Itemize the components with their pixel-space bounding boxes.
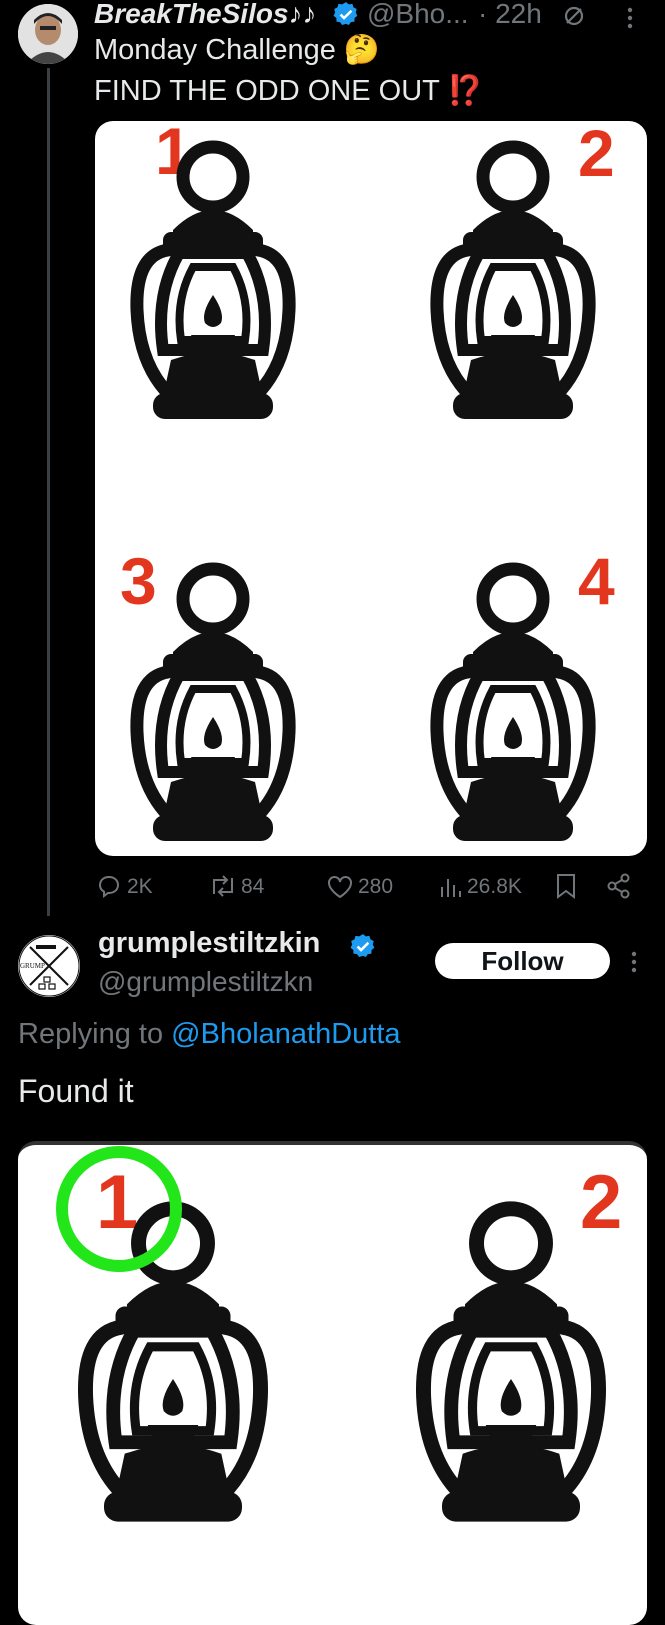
post-text-monday: Monday Challenge [94, 34, 336, 66]
avatar[interactable] [18, 4, 78, 64]
share-icon[interactable] [607, 873, 631, 899]
lantern-1 [113, 135, 313, 435]
reply-image[interactable]: 1 2 [18, 1141, 647, 1625]
reply-verified-badge-icon [350, 934, 375, 958]
post-text-line1: Monday Challenge 🤔 [94, 33, 380, 67]
views-icon[interactable] [439, 875, 461, 899]
lantern-4 [413, 557, 613, 856]
thinking-emoji: 🤔 [343, 34, 380, 66]
grump-logo: GRUMP [18, 935, 80, 997]
author-handle[interactable]: @Bho... [367, 0, 469, 30]
lantern-2 [413, 135, 613, 435]
reply-avatar[interactable]: GRUMP [18, 935, 80, 997]
replying-to-label: Replying to [18, 1018, 164, 1050]
reply-count: 2K [127, 875, 153, 898]
post-text-line2: FIND THE ODD ONE OUT ⁉️ [94, 74, 484, 108]
bookmark-icon[interactable] [555, 873, 577, 899]
replying-to-handle-link[interactable]: @BholanathDutta [171, 1018, 400, 1050]
follow-button[interactable]: Follow [435, 943, 610, 979]
repost-icon[interactable] [209, 874, 237, 898]
reply-icon[interactable] [97, 874, 121, 898]
highlight-circle [56, 1146, 182, 1272]
reply-display-name[interactable]: grumplestiltzkin [98, 927, 320, 960]
author-display-name[interactable]: BreakTheSilos♪♪ [94, 0, 317, 30]
thread-line [47, 68, 50, 916]
post-text-find: FIND THE ODD ONE OUT [94, 75, 440, 107]
post-action-bar: 2K 84 280 26.8K [95, 870, 655, 904]
mute-icon[interactable] [563, 5, 585, 27]
post-time[interactable]: · 22h [478, 0, 542, 30]
verified-badge-icon [333, 2, 358, 26]
views-count: 26.8K [467, 875, 522, 898]
avatar-image [18, 4, 78, 64]
reply-lantern-2 [396, 1195, 626, 1540]
repost-count: 84 [241, 875, 265, 898]
reply-more-icon[interactable] [630, 950, 638, 974]
reply-text: Found it [18, 1073, 134, 1109]
like-icon[interactable] [327, 875, 353, 899]
more-icon[interactable] [626, 6, 634, 30]
post-image[interactable]: 1 2 3 4 [95, 121, 647, 856]
lantern-3 [113, 557, 313, 856]
interrobang-emoji: ⁉️ [447, 75, 484, 107]
replying-to: Replying to @BholanathDutta [18, 1018, 401, 1051]
like-count: 280 [358, 875, 394, 898]
reply-handle[interactable]: @grumplestiltzkn [98, 966, 313, 998]
grump-logo-text: GRUMP [20, 962, 45, 970]
